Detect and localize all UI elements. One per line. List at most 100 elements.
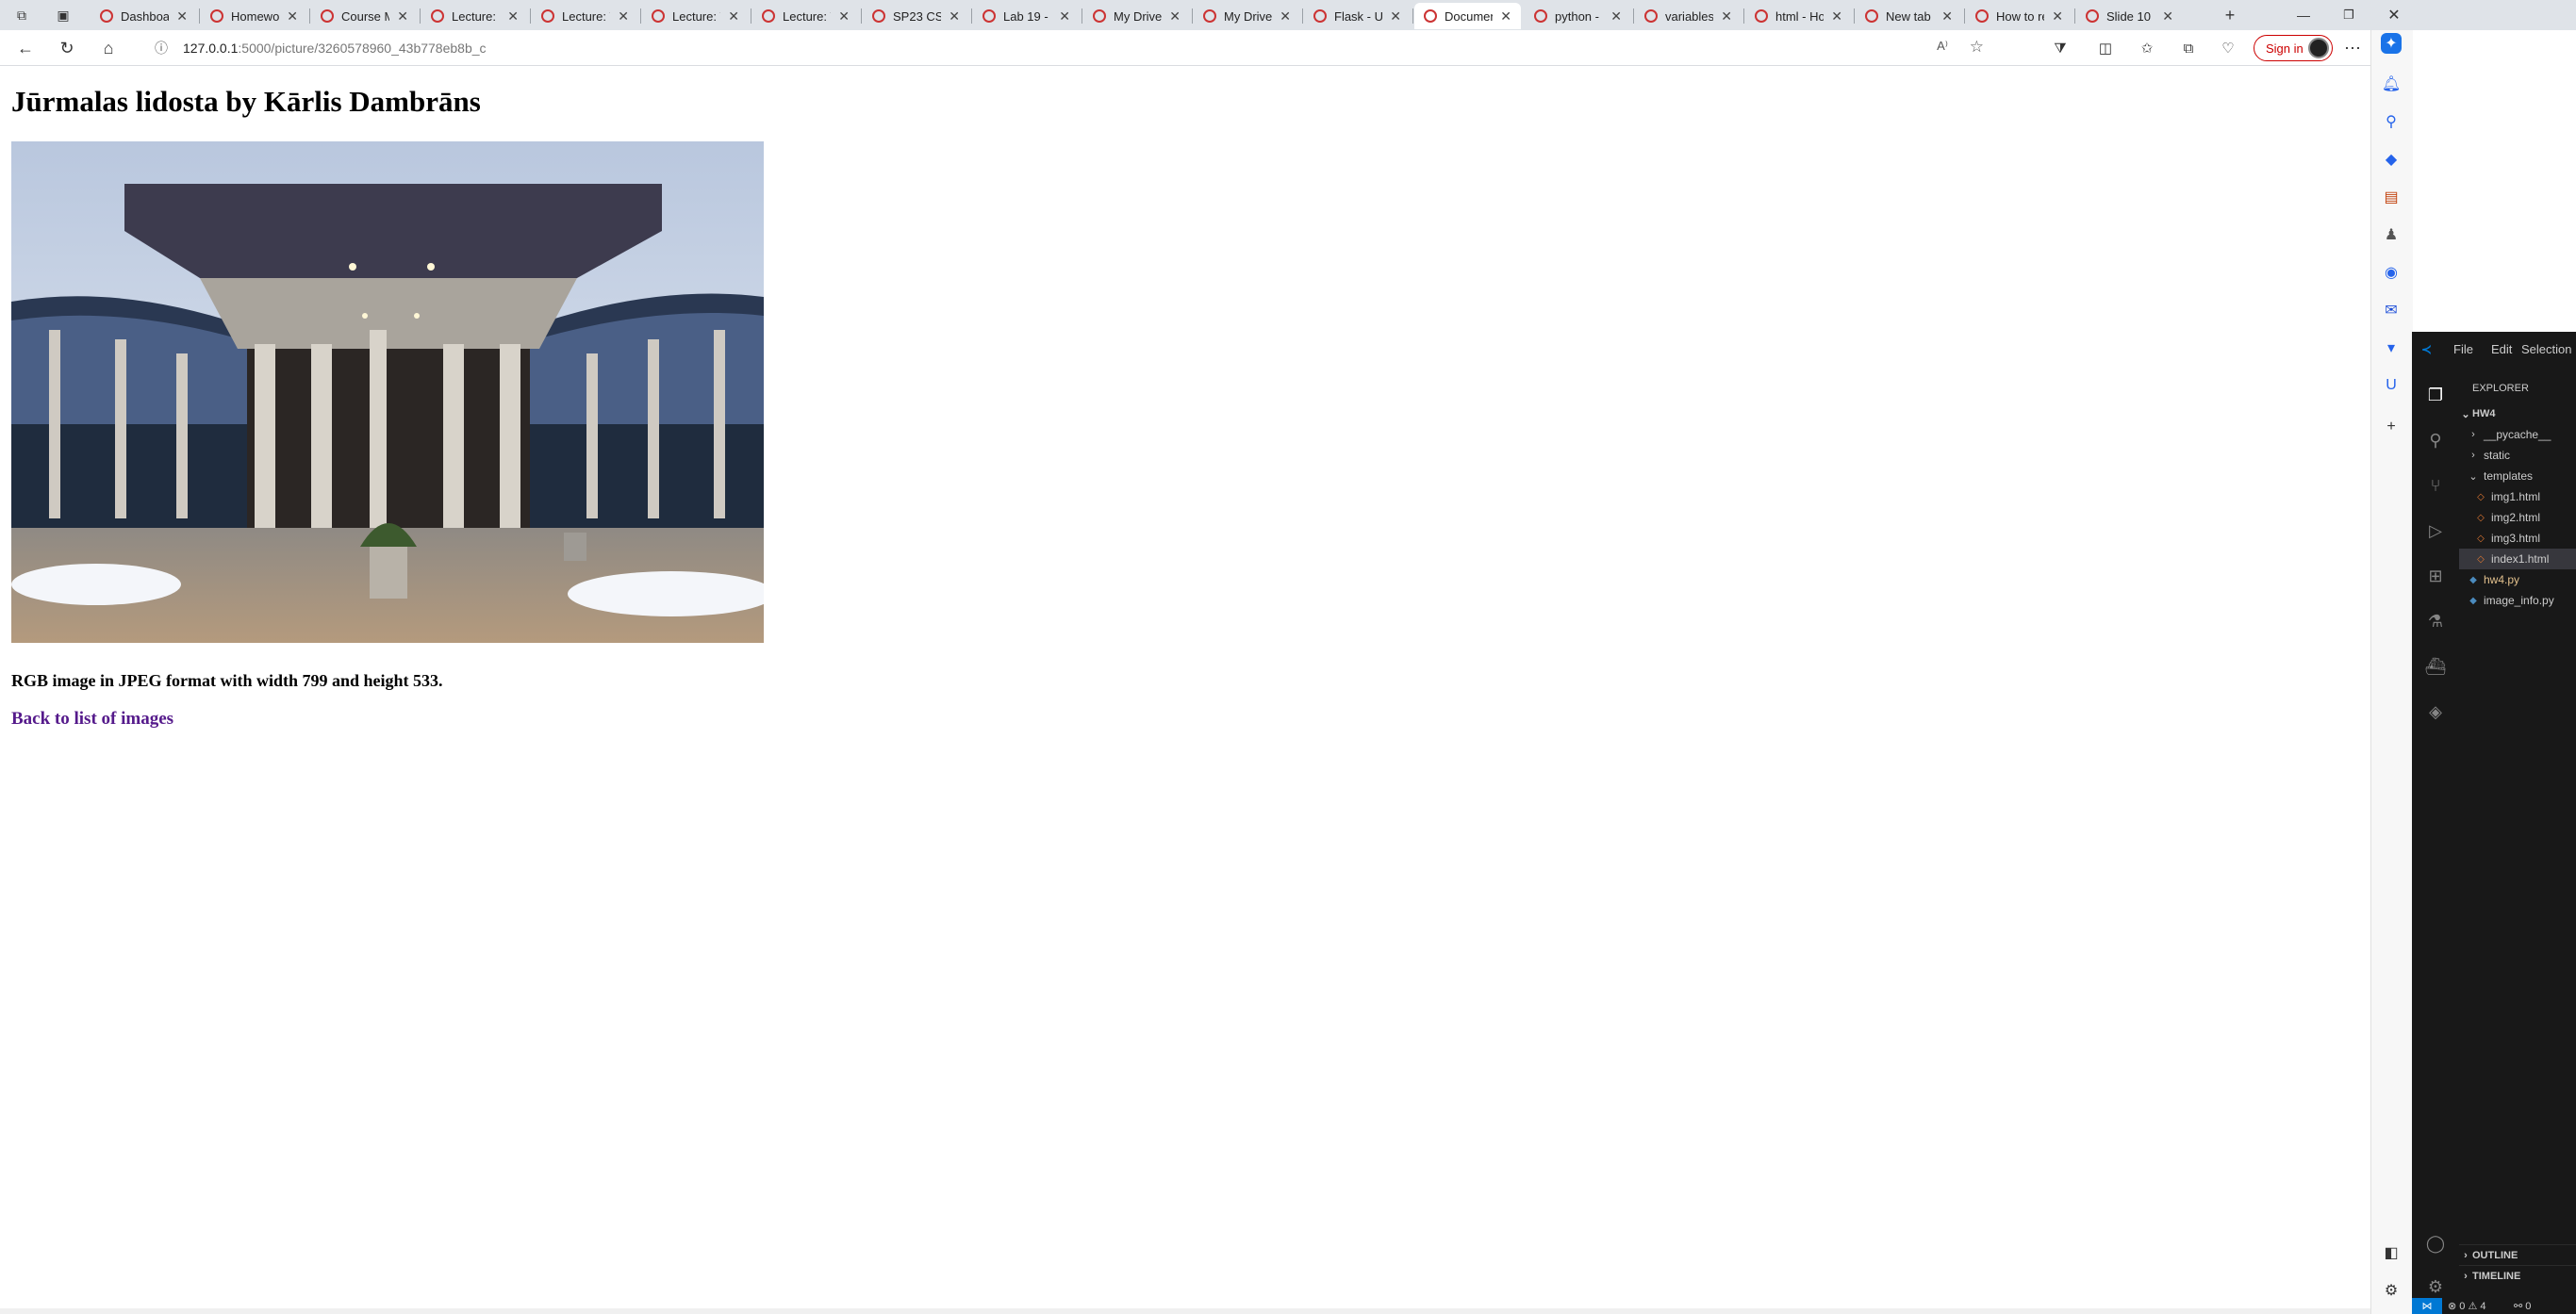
run-debug-icon[interactable]: ▷ xyxy=(2423,518,2448,543)
vertical-tabs-icon[interactable]: ▣ xyxy=(51,3,75,27)
source-control-icon[interactable]: ⑂ xyxy=(2423,473,2448,498)
tools-icon[interactable]: ▤ xyxy=(2381,187,2402,207)
browser-tab[interactable]: Dashboard ✕ xyxy=(91,3,197,29)
tab-close-icon[interactable]: ✕ xyxy=(287,8,298,25)
browser-tab[interactable]: Lab 19 - ✕ xyxy=(973,3,1080,29)
new-tab-button[interactable]: + xyxy=(2218,3,2242,27)
tab-close-icon[interactable]: ✕ xyxy=(728,8,739,25)
udemy-icon[interactable]: U xyxy=(2381,375,2402,396)
explorer-icon[interactable]: ❐ xyxy=(2423,383,2448,407)
account-icon[interactable]: ◯ xyxy=(2423,1231,2448,1256)
browser-tab[interactable]: variables ✕ xyxy=(1635,3,1742,29)
browser-tab[interactable]: Documen ✕ xyxy=(1414,3,1521,29)
games-icon[interactable]: ♟ xyxy=(2381,224,2402,245)
file-tree-item[interactable]: ◇ img1.html xyxy=(2459,486,2576,507)
restore-icon[interactable]: ❐ xyxy=(2337,3,2361,27)
testing-icon[interactable]: ⚗ xyxy=(2423,609,2448,633)
tab-close-icon[interactable]: ✕ xyxy=(1280,8,1291,25)
extensions-icon[interactable]: ⧩ xyxy=(2048,36,2072,60)
horizontal-scrollbar[interactable] xyxy=(0,1308,2372,1314)
tab-close-icon[interactable]: ✕ xyxy=(1390,8,1401,25)
browser-essentials-icon[interactable]: ♡ xyxy=(2216,36,2240,60)
tab-close-icon[interactable]: ✕ xyxy=(838,8,850,25)
browser-tab[interactable]: My Drive ✕ xyxy=(1194,3,1300,29)
tab-close-icon[interactable]: ✕ xyxy=(176,8,188,25)
browser-tab[interactable]: python - c ✕ xyxy=(1525,3,1631,29)
collections-icon[interactable]: ⧉ xyxy=(2176,36,2201,60)
timeline-section[interactable]: › TIMELINE xyxy=(2459,1265,2576,1287)
file-tree-item[interactable]: ◇ img2.html xyxy=(2459,507,2576,528)
menu-selection[interactable]: Selection xyxy=(2521,342,2571,356)
tab-close-icon[interactable]: ✕ xyxy=(1610,8,1622,25)
browser-tab[interactable]: Lecture: D ✕ xyxy=(421,3,528,29)
file-tree-item[interactable]: ◆ hw4.py xyxy=(2459,569,2576,590)
close-window-icon[interactable]: ✕ xyxy=(2382,3,2406,27)
file-tree-item[interactable]: › static xyxy=(2459,445,2576,466)
tab-close-icon[interactable]: ✕ xyxy=(618,8,629,25)
minimize-icon[interactable]: — xyxy=(2291,3,2316,27)
docker-icon[interactable]: ⛴ xyxy=(2423,654,2448,679)
browser-tab[interactable]: html - Ho ✕ xyxy=(1745,3,1852,29)
workspace-folder[interactable]: ⌄ HW4 xyxy=(2459,403,2576,424)
home-icon[interactable]: ⌂ xyxy=(96,36,121,60)
menu-edit[interactable]: Edit xyxy=(2491,342,2512,356)
tab-close-icon[interactable]: ✕ xyxy=(397,8,408,25)
tab-close-icon[interactable]: ✕ xyxy=(1721,8,1732,25)
file-tree-item[interactable]: ⌄ templates xyxy=(2459,466,2576,486)
browser-tab[interactable]: New tab ✕ xyxy=(1856,3,1962,29)
more-menu-icon[interactable]: ⋯ xyxy=(2340,36,2365,60)
bell-icon[interactable]: 🔔︎ xyxy=(2381,74,2402,94)
file-tree-item[interactable]: ◇ img3.html xyxy=(2459,528,2576,549)
browser-tab[interactable]: Homework ✕ xyxy=(201,3,307,29)
tab-close-icon[interactable]: ✕ xyxy=(507,8,519,25)
url-field[interactable]: ⓘ 127.0.0.1:5000/picture/3260578960_43b7… xyxy=(149,36,1997,60)
sidebar-layout-icon[interactable]: ◧ xyxy=(2381,1242,2402,1263)
browser-tab[interactable]: Lecture: W ✕ xyxy=(752,3,859,29)
site-info-icon[interactable]: ⓘ xyxy=(155,39,168,57)
search-icon[interactable]: ⚲ xyxy=(2423,428,2448,452)
tab-close-icon[interactable]: ✕ xyxy=(1169,8,1181,25)
sidebar-settings-icon[interactable]: ⚙ xyxy=(2381,1280,2402,1301)
browser-tab[interactable]: Course M ✕ xyxy=(311,3,418,29)
manage-gear-icon[interactable]: ⚙ xyxy=(2423,1274,2448,1299)
tab-close-icon[interactable]: ✕ xyxy=(1059,8,1070,25)
browser-tab[interactable]: My Drive ✕ xyxy=(1083,3,1190,29)
tab-close-icon[interactable]: ✕ xyxy=(1941,8,1953,25)
menu-file[interactable]: File xyxy=(2453,342,2473,356)
browser-tab[interactable]: Slide 10 - ✕ xyxy=(2076,3,2183,29)
tab-close-icon[interactable]: ✕ xyxy=(1500,8,1511,25)
read-aloud-icon[interactable]: A⁾ xyxy=(1937,39,1948,54)
tab-close-icon[interactable]: ✕ xyxy=(949,8,960,25)
ports-indicator[interactable]: ⚯ 0 xyxy=(2514,1300,2531,1312)
remote-indicator-icon[interactable]: ⋈ xyxy=(2412,1298,2442,1314)
python-icon[interactable]: ◈ xyxy=(2423,699,2448,724)
refresh-icon[interactable]: ↻ xyxy=(55,36,79,60)
add-sidebar-app-icon[interactable]: + xyxy=(2381,417,2402,437)
back-icon[interactable]: ← xyxy=(13,36,38,60)
browser-tab[interactable]: How to re ✕ xyxy=(1966,3,2072,29)
tab-close-icon[interactable]: ✕ xyxy=(2162,8,2173,25)
favorites-icon[interactable]: ✩ xyxy=(2135,36,2159,60)
problems-indicator[interactable]: ⊗ 0 ⚠ 4 xyxy=(2448,1300,2486,1312)
tab-close-icon[interactable]: ✕ xyxy=(2052,8,2063,25)
browser-tab[interactable]: Flask - UI ✕ xyxy=(1304,3,1411,29)
extensions-icon[interactable]: ⊞ xyxy=(2423,564,2448,588)
back-to-list-link[interactable]: Back to list of images xyxy=(11,709,173,730)
file-tree-item[interactable]: › __pycache__ xyxy=(2459,424,2576,445)
file-tree-item[interactable]: ◇ index1.html xyxy=(2459,549,2576,569)
tab-actions-icon[interactable]: ⧉ xyxy=(9,3,34,27)
browser-tab[interactable]: Lecture: W ✕ xyxy=(532,3,638,29)
shopping-icon[interactable]: ◆ xyxy=(2381,149,2402,170)
office-icon[interactable]: ◉ xyxy=(2381,262,2402,283)
outline-section[interactable]: › OUTLINE xyxy=(2459,1244,2576,1266)
drop-icon[interactable]: ▾ xyxy=(2381,337,2402,358)
copilot-icon[interactable]: ✦ xyxy=(2381,33,2402,54)
search-icon[interactable]: ⚲ xyxy=(2381,111,2402,132)
browser-tab[interactable]: Lecture: W ✕ xyxy=(642,3,749,29)
outlook-icon[interactable]: ✉ xyxy=(2381,300,2402,320)
sign-in-button[interactable]: Sign in xyxy=(2254,35,2333,61)
favorite-star-icon[interactable]: ☆ xyxy=(1970,38,1984,57)
browser-tab[interactable]: SP23 CST ✕ xyxy=(863,3,969,29)
tab-close-icon[interactable]: ✕ xyxy=(1831,8,1842,25)
file-tree-item[interactable]: ◆ image_info.py xyxy=(2459,590,2576,611)
